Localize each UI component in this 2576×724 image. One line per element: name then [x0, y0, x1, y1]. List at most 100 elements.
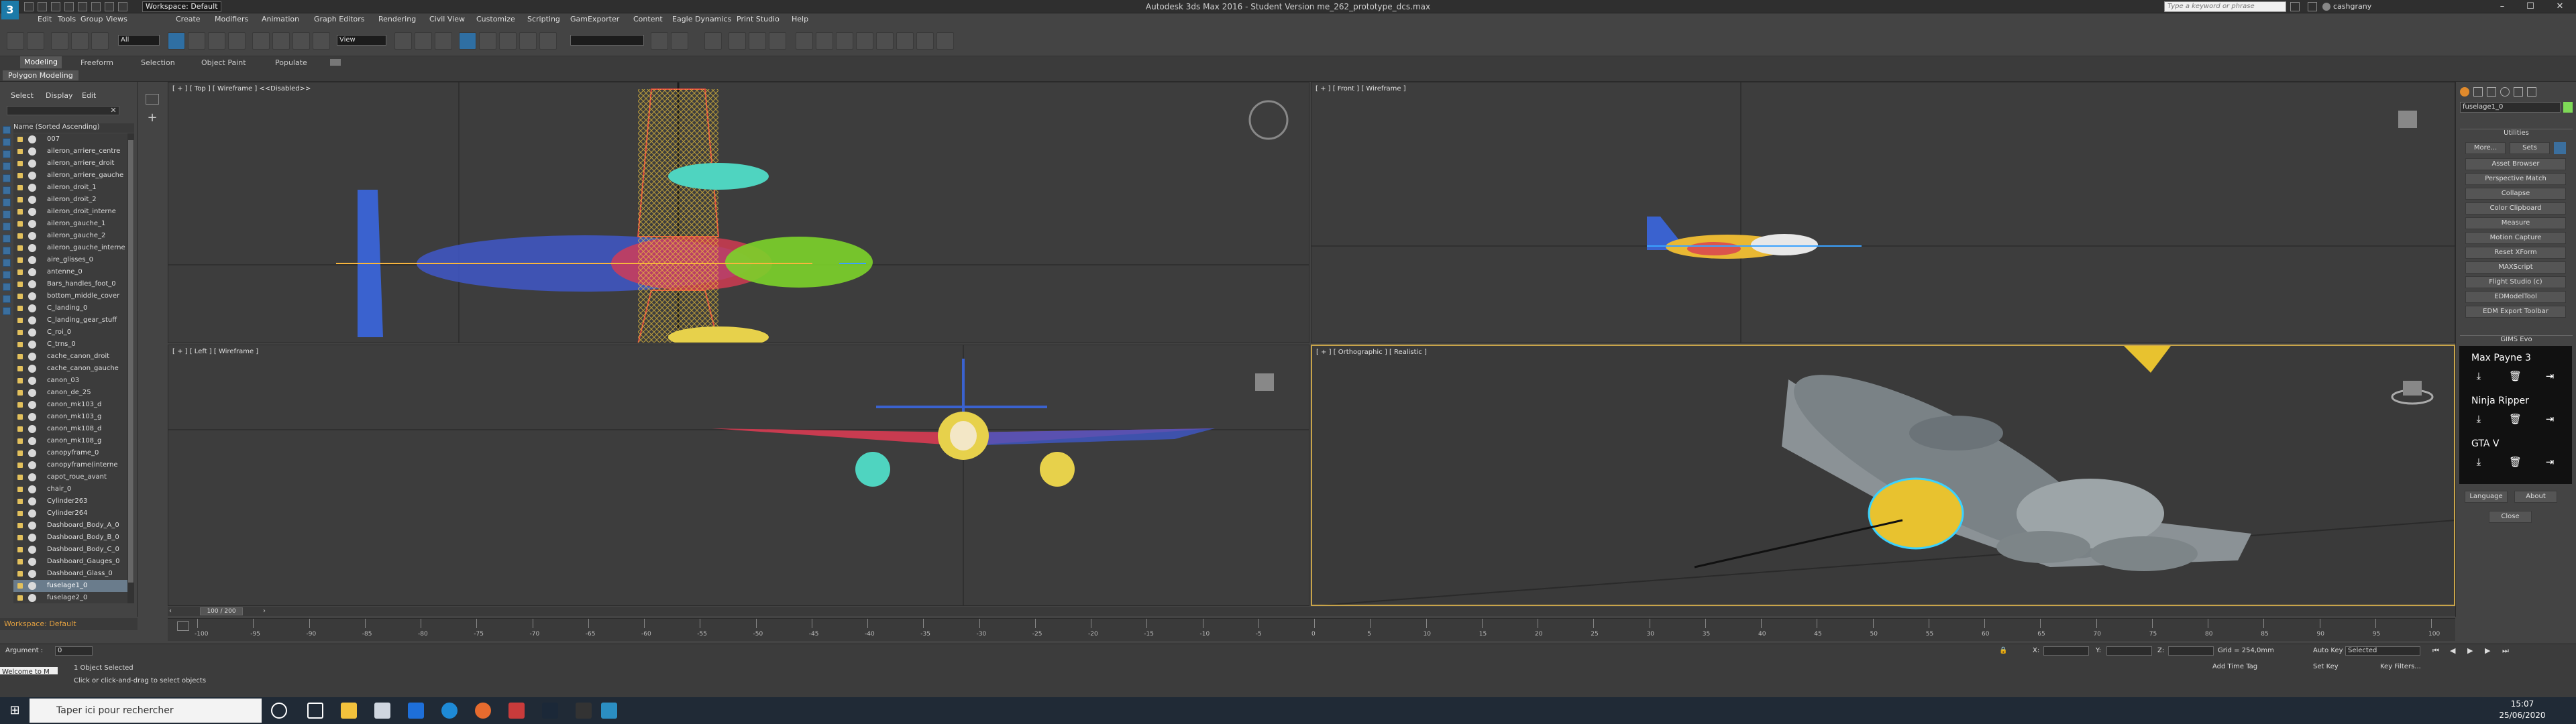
list-item[interactable]: fuselage1_0	[13, 580, 127, 592]
list-item[interactable]: aileron_gauche_2	[13, 230, 127, 242]
import-icon[interactable]: ⤓	[2473, 370, 2485, 382]
delete-icon[interactable]: 🗑	[2509, 370, 2522, 382]
list-item[interactable]: aileron_gauche_1	[13, 218, 127, 230]
visibility-icon[interactable]	[17, 209, 23, 215]
app-icon-red[interactable]	[508, 703, 525, 719]
maximize-button[interactable]: ☐	[2517, 1, 2544, 13]
render-production-icon[interactable]	[856, 32, 873, 50]
menu-group[interactable]: Group	[80, 15, 103, 23]
list-item[interactable]: bottom_middle_cover	[13, 290, 127, 302]
viewport-left[interactable]: [ + ] [ Left ] [ Wireframe ]	[168, 345, 1309, 606]
list-item[interactable]: cache_canon_droit	[13, 351, 127, 363]
list-item[interactable]: canon_mk103_g	[13, 411, 127, 423]
visibility-icon[interactable]	[17, 511, 23, 516]
menu-scripting[interactable]: Scripting	[527, 15, 560, 23]
scale-icon[interactable]	[292, 32, 310, 50]
coord-x-field[interactable]	[2043, 646, 2089, 656]
tab-object-paint[interactable]: Object Paint	[201, 58, 246, 67]
reset-xform-button[interactable]: Reset XForm	[2465, 247, 2566, 259]
move-icon[interactable]	[252, 32, 270, 50]
sets-button[interactable]: Sets	[2510, 142, 2550, 154]
menu-customize[interactable]: Customize	[476, 15, 515, 23]
display-geometry-icon[interactable]	[3, 150, 11, 158]
reference-coordinate-dropdown[interactable]: View	[337, 35, 386, 46]
explorer-column-header[interactable]: Name (Sorted Ascending)	[13, 123, 134, 133]
menu-graph-editors[interactable]: Graph Editors	[314, 15, 365, 23]
display-cameras-icon[interactable]	[3, 186, 11, 194]
mail-icon[interactable]	[408, 703, 424, 719]
visibility-icon[interactable]	[17, 414, 23, 420]
menu-civil-view[interactable]: Civil View	[429, 15, 465, 23]
display-xrefs-icon[interactable]	[3, 235, 11, 243]
visibility-icon[interactable]	[17, 245, 23, 251]
hierarchy-tab-icon[interactable]	[2487, 87, 2496, 97]
list-item[interactable]: canopyframe(interne	[13, 459, 127, 471]
curve-editor-icon[interactable]	[749, 32, 766, 50]
visibility-icon[interactable]	[17, 583, 23, 589]
list-item[interactable]: Cylinder263	[13, 495, 127, 507]
visibility-icon[interactable]	[17, 535, 23, 540]
viewport-ortho-label[interactable]: [ + ] [ Orthographic ] [ Realistic ]	[1316, 349, 1427, 356]
percent-snap-icon[interactable]	[499, 32, 517, 50]
list-item[interactable]: aileron_arriere_droit	[13, 158, 127, 170]
go-to-start-icon[interactable]: ⏮	[2432, 646, 2439, 656]
visibility-icon[interactable]	[17, 390, 23, 396]
list-item[interactable]: canon_mk108_d	[13, 423, 127, 435]
visibility-icon[interactable]	[17, 149, 23, 154]
mini-curve-editor-icon[interactable]	[177, 621, 189, 631]
perspective-match-button[interactable]: Perspective Match	[2465, 173, 2566, 185]
list-item[interactable]: aileron_arriere_gauche	[13, 170, 127, 182]
viewcube-ortho[interactable]	[2391, 381, 2434, 405]
help-search-input[interactable]: Type a keyword or phrase	[2164, 1, 2286, 12]
window-crossing-icon[interactable]	[228, 32, 246, 50]
explorer-scrollbar[interactable]	[127, 133, 134, 603]
material-editor-icon[interactable]	[796, 32, 813, 50]
menu-eagle-dynamics[interactable]: Eagle Dynamics	[672, 15, 731, 23]
viewport-front-label[interactable]: [ + ] [ Front ] [ Wireframe ]	[1316, 85, 1406, 93]
play-icon[interactable]: ▶	[2467, 646, 2473, 655]
viewcube-front[interactable]	[2398, 111, 2417, 128]
create-tab-icon[interactable]	[2460, 87, 2469, 97]
align-icon[interactable]	[671, 32, 688, 50]
visibility-icon[interactable]	[17, 257, 23, 263]
display-bones-icon[interactable]	[3, 247, 11, 255]
list-item[interactable]: antenne_0	[13, 266, 127, 278]
explorer-tab-edit[interactable]: Edit	[82, 91, 96, 100]
viewport-top[interactable]: [ + ] [ Top ] [ Wireframe ] <<Disabled>>	[168, 82, 1309, 343]
close-gims-button[interactable]: Close	[2489, 511, 2532, 523]
select-manipulate-icon[interactable]	[415, 32, 432, 50]
edge-icon[interactable]	[441, 703, 458, 719]
menu-content[interactable]: Content	[633, 15, 663, 23]
spinner-snap-icon[interactable]	[519, 32, 537, 50]
taskbar-search[interactable]: Taper ici pour rechercher	[30, 699, 262, 723]
close-button[interactable]: ✕	[2546, 1, 2573, 13]
visibility-icon[interactable]	[17, 342, 23, 347]
configure-button-sets-icon[interactable]	[2554, 142, 2566, 154]
visibility-icon[interactable]	[17, 475, 23, 480]
coord-y-field[interactable]	[2106, 646, 2152, 656]
display-frozen-icon[interactable]	[3, 271, 11, 279]
user-name[interactable]: cashgrany	[2333, 2, 2371, 11]
more-button[interactable]: More...	[2465, 142, 2506, 154]
menu-help[interactable]: Help	[792, 15, 808, 23]
redo-icon[interactable]	[27, 32, 44, 50]
visibility-icon[interactable]	[17, 221, 23, 227]
ribbon-options-icon[interactable]	[330, 59, 341, 66]
schematic-view-icon[interactable]	[769, 32, 786, 50]
viewport-top-label[interactable]: [ + ] [ Top ] [ Wireframe ] <<Disabled>>	[172, 85, 311, 93]
delete-icon[interactable]: 🗑	[2509, 456, 2522, 468]
visibility-icon[interactable]	[17, 233, 23, 239]
utilities-rollout-title[interactable]: Utilities	[2460, 129, 2573, 138]
menu-modifiers[interactable]: Modifiers	[215, 15, 248, 23]
add-layout-icon[interactable]: +	[146, 111, 159, 125]
display-tab-icon[interactable]	[2514, 87, 2523, 97]
rendered-frame-window-icon[interactable]	[836, 32, 853, 50]
list-item[interactable]: chair_0	[13, 483, 127, 495]
list-item[interactable]: aileron_droit_1	[13, 182, 127, 194]
place-icon[interactable]	[313, 32, 330, 50]
list-item[interactable]: Dashboard_Body_A_0	[13, 520, 127, 532]
firefox-icon[interactable]	[475, 703, 491, 719]
list-item[interactable]: aire_glisses_0	[13, 254, 127, 266]
menu-views[interactable]: Views	[106, 15, 127, 23]
display-none-icon[interactable]	[3, 126, 11, 134]
